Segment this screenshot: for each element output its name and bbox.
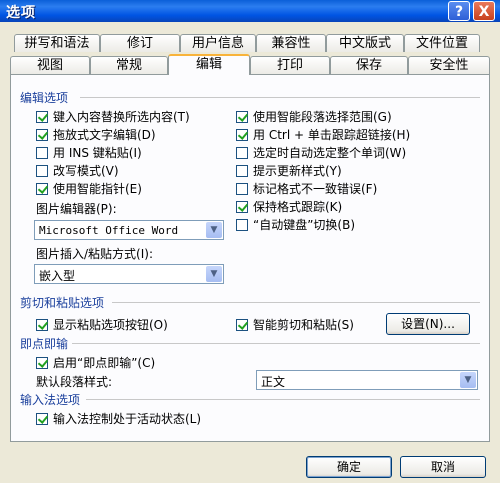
checkbox-box[interactable] [36, 128, 48, 141]
checkbox-box[interactable] [236, 318, 248, 331]
group-divider [80, 97, 480, 98]
default-style-label: 默认段落样式: [36, 375, 113, 389]
checkbox-label: 用 INS 键粘贴(I) [53, 146, 142, 160]
default-style-value: 正文 [261, 375, 286, 389]
checkbox-smart-paragraph[interactable]: 使用智能段落选择范围(G) [236, 108, 392, 125]
checkbox-overtype-mode[interactable]: 改写模式(V) [36, 162, 119, 179]
checkbox-label: 输入法控制处于活动状态(L) [53, 412, 202, 426]
picture-editor-value: Microsoft Office Word [39, 224, 179, 237]
ok-button[interactable]: 确定 [306, 456, 392, 478]
insert-mode-select[interactable]: 嵌入型 ▼ [34, 264, 224, 284]
picture-editor-select[interactable]: Microsoft Office Word ▼ [34, 220, 224, 240]
checkbox-smart-cut-paste[interactable]: 智能剪切和粘贴(S) [236, 316, 354, 333]
group-title-ime: 输入法选项 [20, 393, 81, 407]
checkbox-select-entire-word[interactable]: 选定时自动选定整个单词(W) [236, 144, 406, 161]
tab-view[interactable]: 视图 [10, 56, 90, 74]
picture-editor-label: 图片编辑器(P): [36, 202, 117, 216]
tab-security[interactable]: 安全性 [408, 56, 490, 74]
group-title-cut-paste: 剪切和粘贴选项 [20, 296, 105, 310]
checkbox-label: 标记格式不一致错误(F) [253, 182, 378, 196]
checkbox-label: 使用智能段落选择范围(G) [253, 110, 392, 124]
group-divider [112, 302, 480, 303]
default-paragraph-style-select[interactable]: 正文 ▼ [256, 370, 478, 390]
checkbox-box[interactable] [36, 356, 48, 369]
checkbox-box[interactable] [236, 164, 248, 177]
tab-file-locations[interactable]: 文件位置 [404, 34, 480, 52]
checkbox-drag-drop-text[interactable]: 拖放式文字编辑(D) [36, 126, 156, 143]
group-divider [72, 343, 480, 344]
checkbox-box[interactable] [236, 146, 248, 159]
checkbox-box[interactable] [236, 110, 248, 123]
title-bar: 选项 ? X [0, 0, 500, 22]
checkbox-label: 启用“即点即输”(C) [53, 356, 156, 370]
checkbox-ins-paste[interactable]: 用 INS 键粘贴(I) [36, 144, 142, 161]
checkbox-box[interactable] [236, 200, 248, 213]
checkbox-label: 智能剪切和粘贴(S) [253, 318, 354, 332]
tab-edit[interactable]: 编辑 [168, 54, 250, 75]
checkbox-keep-track-formatting[interactable]: 保持格式跟踪(K) [236, 198, 342, 215]
window-title: 选项 [6, 5, 36, 21]
checkbox-box[interactable] [236, 218, 248, 231]
tab-general[interactable]: 常规 [90, 56, 168, 74]
tab-asian-typography[interactable]: 中文版式 [326, 34, 404, 52]
checkbox-label: 使用智能指针(E) [53, 182, 142, 196]
checkbox-box[interactable] [36, 110, 48, 123]
help-button[interactable]: ? [448, 1, 470, 21]
checkbox-enable-click-type[interactable]: 启用“即点即输”(C) [36, 354, 155, 371]
checkbox-typing-replaces-selection[interactable]: 键入内容替换所选内容(T) [36, 108, 190, 125]
checkbox-box[interactable] [36, 164, 48, 177]
tab-track-changes[interactable]: 修订 [100, 34, 180, 52]
chevron-down-icon[interactable]: ▼ [206, 222, 222, 238]
checkbox-box[interactable] [36, 318, 48, 331]
checkbox-mark-format-inconsistencies[interactable]: 标记格式不一致错误(F) [236, 180, 377, 197]
checkbox-show-paste-options[interactable]: 显示粘贴选项按钮(O) [36, 316, 168, 333]
checkbox-smart-cursor[interactable]: 使用智能指针(E) [36, 180, 142, 197]
group-title-edit-options: 编辑选项 [20, 91, 69, 105]
chevron-down-icon[interactable]: ▼ [206, 266, 222, 282]
chevron-down-icon[interactable]: ▼ [460, 372, 476, 388]
cancel-button[interactable]: 取消 [400, 456, 486, 478]
group-title-click-type: 即点即输 [20, 337, 69, 351]
tab-spelling-grammar[interactable]: 拼写和语法 [14, 34, 100, 52]
tab-compatibility[interactable]: 兼容性 [256, 34, 326, 52]
checkbox-label: 显示粘贴选项按钮(O) [53, 318, 168, 332]
options-dialog: 选项 ? X 拼写和语法 修订 用户信息 兼容性 中文版式 文件位置 视图 常规… [0, 0, 500, 483]
checkbox-prompt-update-style[interactable]: 提示更新样式(Y) [236, 162, 342, 179]
checkbox-label: 提示更新样式(Y) [253, 164, 342, 178]
tab-save[interactable]: 保存 [330, 56, 408, 74]
checkbox-label: 改写模式(V) [53, 164, 119, 178]
insert-mode-label: 图片插入/粘贴方式(I): [36, 247, 153, 261]
checkbox-label: 拖放式文字编辑(D) [53, 128, 156, 142]
checkbox-label: 用 Ctrl + 单击跟踪超链接(H) [253, 128, 411, 142]
checkbox-box[interactable] [236, 182, 248, 195]
checkbox-box[interactable] [36, 412, 48, 425]
checkbox-box[interactable] [236, 128, 248, 141]
settings-button[interactable]: 设置(N)... [386, 313, 470, 335]
checkbox-ime-control-active[interactable]: 输入法控制处于活动状态(L) [36, 410, 201, 427]
close-button[interactable]: X [473, 1, 495, 21]
checkbox-label: 选定时自动选定整个单词(W) [253, 146, 407, 160]
tab-print[interactable]: 打印 [250, 56, 330, 74]
checkbox-ctrl-click-hyperlink[interactable]: 用 Ctrl + 单击跟踪超链接(H) [236, 126, 410, 143]
checkbox-label: 键入内容替换所选内容(T) [53, 110, 190, 124]
insert-mode-value: 嵌入型 [39, 269, 76, 283]
group-divider [86, 399, 480, 400]
tab-user-info[interactable]: 用户信息 [180, 34, 256, 52]
checkbox-auto-keyboard-switch[interactable]: “自动键盘”切换(B) [236, 216, 355, 233]
checkbox-label: 保持格式跟踪(K) [253, 200, 343, 214]
checkbox-box[interactable] [36, 182, 48, 195]
checkbox-label: “自动键盘”切换(B) [253, 218, 356, 232]
checkbox-box[interactable] [36, 146, 48, 159]
